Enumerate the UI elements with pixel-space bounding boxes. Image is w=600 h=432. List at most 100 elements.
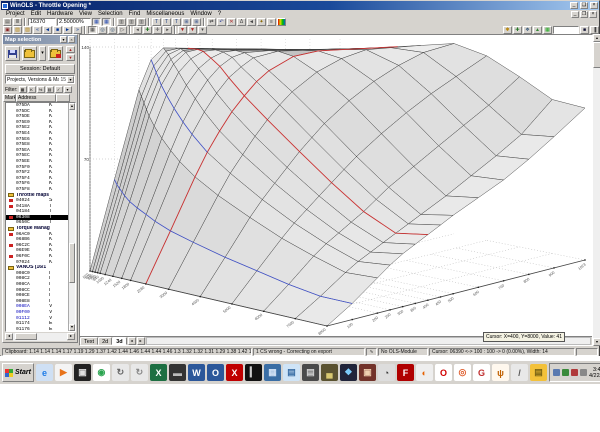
- view-3d-button[interactable]: ▦: [102, 18, 111, 26]
- nav-prev-button[interactable]: ◄: [43, 26, 52, 34]
- map-list-button[interactable]: ▾: [198, 26, 207, 34]
- project-info-button[interactable]: ▣: [3, 26, 12, 34]
- maps-chart-button[interactable]: ▲: [533, 26, 542, 34]
- ring-icon[interactable]: ◎: [453, 364, 471, 381]
- menu-hardware[interactable]: Hardware: [44, 10, 76, 18]
- scroll-thumb[interactable]: [15, 333, 37, 340]
- google-icon[interactable]: G: [472, 364, 490, 381]
- tab-2d[interactable]: 2d: [98, 337, 113, 345]
- scroll-thumb[interactable]: [69, 242, 75, 283]
- excel-red-icon[interactable]: X: [225, 364, 243, 381]
- menu-[interactable]: ?: [215, 10, 224, 18]
- column-address[interactable]: Address: [16, 94, 56, 102]
- undo-button[interactable]: ↶: [217, 18, 226, 26]
- word-icon[interactable]: W: [187, 364, 205, 381]
- menu-window[interactable]: Window: [187, 10, 214, 18]
- map-vertical-scrollbar[interactable]: ▲ ▼: [593, 34, 600, 346]
- map-out-button[interactable]: ▼: [66, 54, 75, 61]
- delta-button[interactable]: Δ: [237, 18, 246, 26]
- view-2d-button[interactable]: ▦: [92, 18, 101, 26]
- open-version-button[interactable]: [22, 46, 37, 61]
- open-button[interactable]: ▨: [13, 26, 22, 34]
- mdi-minimize-button[interactable]: _: [571, 10, 579, 18]
- columns-1-button[interactable]: T: [152, 18, 161, 26]
- zoom-in-button[interactable]: ◎: [98, 26, 107, 34]
- tray-volume-icon[interactable]: [552, 369, 560, 376]
- scroll-down-icon[interactable]: ▼: [69, 324, 75, 331]
- photo-2-icon[interactable]: ▣: [358, 364, 376, 381]
- folder-yellow-icon[interactable]: ▤: [529, 364, 547, 381]
- claw-tool-icon[interactable]: ψ: [491, 364, 509, 381]
- map-row[interactable]: 01176 E: [6, 327, 68, 331]
- swap-button[interactable]: ⇄: [207, 18, 216, 26]
- bookmark-button[interactable]: ✦: [257, 18, 266, 26]
- zoom-field[interactable]: 2.50000%: [57, 18, 91, 26]
- red-app-icon[interactable]: F: [396, 364, 414, 381]
- colors-button[interactable]: [277, 18, 286, 26]
- column-sort[interactable]: [56, 94, 70, 102]
- filter-k-button[interactable]: K: [27, 86, 36, 93]
- surface-chart[interactable]: 7014052060068076084010001240 1520 1800 2280…: [80, 35, 592, 336]
- drive-icon[interactable]: ▤: [301, 364, 319, 381]
- map-in-button[interactable]: ▲: [66, 46, 75, 53]
- client-button[interactable]: ❖: [523, 26, 532, 34]
- scroll-right-icon[interactable]: ►: [67, 333, 75, 340]
- add-button[interactable]: ✚: [143, 26, 152, 34]
- panel-pin-button[interactable]: ▾: [60, 36, 67, 43]
- scroll-up-icon[interactable]: ▲: [593, 34, 600, 42]
- clock-app-icon[interactable]: ◔: [377, 364, 395, 381]
- panel-horizontal-scrollbar[interactable]: ◄ ►: [5, 333, 75, 341]
- shift-right-button[interactable]: ▸: [163, 26, 172, 34]
- winols-icon[interactable]: ❖: [339, 364, 357, 381]
- delete-button[interactable]: ✕: [227, 18, 236, 26]
- minimize-button[interactable]: _: [570, 2, 578, 9]
- menu-edit[interactable]: Edit: [28, 10, 44, 18]
- photo-viewer-icon[interactable]: ▣: [73, 364, 91, 381]
- scroll-thumb[interactable]: [593, 42, 600, 68]
- map-marker-2-button[interactable]: ▼: [188, 26, 197, 34]
- panel-close-button[interactable]: ×: [68, 36, 75, 43]
- title-bar[interactable]: WinOLS - Throttle Opening * _ ❏ ×: [1, 1, 599, 10]
- blue-app-icon[interactable]: ▦: [263, 364, 281, 381]
- hexdump-button[interactable]: ▤: [3, 18, 12, 26]
- sub-button[interactable]: ✚: [153, 26, 162, 34]
- menu-miscellaneous[interactable]: Miscellaneous: [143, 10, 187, 18]
- folder-button[interactable]: ▨: [23, 26, 32, 34]
- pack-button[interactable]: ▦: [543, 26, 552, 34]
- filter-dd-button[interactable]: ▾: [63, 86, 72, 93]
- nav-next-button[interactable]: ►: [63, 26, 72, 34]
- pin-button[interactable]: ▐: [590, 26, 599, 34]
- byte-view-button[interactable]: ▥: [117, 18, 126, 26]
- outlook-icon[interactable]: O: [206, 364, 224, 381]
- tray-usb-icon[interactable]: [579, 369, 587, 376]
- sync-1-icon[interactable]: ↻: [111, 364, 129, 381]
- mdi-close-button[interactable]: ×: [589, 10, 597, 18]
- panel-header[interactable]: Map selection ▾ ×: [3, 35, 77, 44]
- chevron-down-icon[interactable]: ▾: [67, 76, 74, 83]
- word-view-button[interactable]: ▥: [127, 18, 136, 26]
- media-player-icon[interactable]: ▶: [54, 364, 72, 381]
- tab-scroll-left-icon[interactable]: ◄: [127, 337, 136, 345]
- tab-scroll-right-icon[interactable]: ►: [136, 337, 145, 345]
- swatch-button[interactable]: ■: [580, 26, 589, 34]
- zoom-out-button[interactable]: ◎: [108, 26, 117, 34]
- hardware-tool-icon[interactable]: ▄: [320, 364, 338, 381]
- family-button[interactable]: ✚: [513, 26, 522, 34]
- menu-project[interactable]: Project: [3, 10, 28, 18]
- nav-last-button[interactable]: »: [73, 26, 82, 34]
- scroll-down-icon[interactable]: ▼: [593, 338, 600, 346]
- nav-stop-button[interactable]: ■: [53, 26, 62, 34]
- close-button[interactable]: ×: [590, 2, 598, 9]
- menu-find[interactable]: Find: [126, 10, 144, 18]
- excel-icon[interactable]: X: [149, 364, 167, 381]
- session-button[interactable]: Session: Default: [5, 64, 75, 74]
- ie-icon[interactable]: e: [35, 364, 53, 381]
- projects-combo[interactable]: Projects, Versions & Maps 15 ▾: [5, 75, 75, 84]
- usb-tool-icon[interactable]: ▬: [168, 364, 186, 381]
- row-view-button[interactable]: ▥: [137, 18, 146, 26]
- map-marker-1-button[interactable]: ▼: [178, 26, 187, 34]
- columns-4-button[interactable]: ⊞: [182, 18, 191, 26]
- menu-view[interactable]: View: [76, 10, 95, 18]
- value-field[interactable]: 16370: [28, 18, 56, 26]
- select-button[interactable]: ▷: [118, 26, 127, 34]
